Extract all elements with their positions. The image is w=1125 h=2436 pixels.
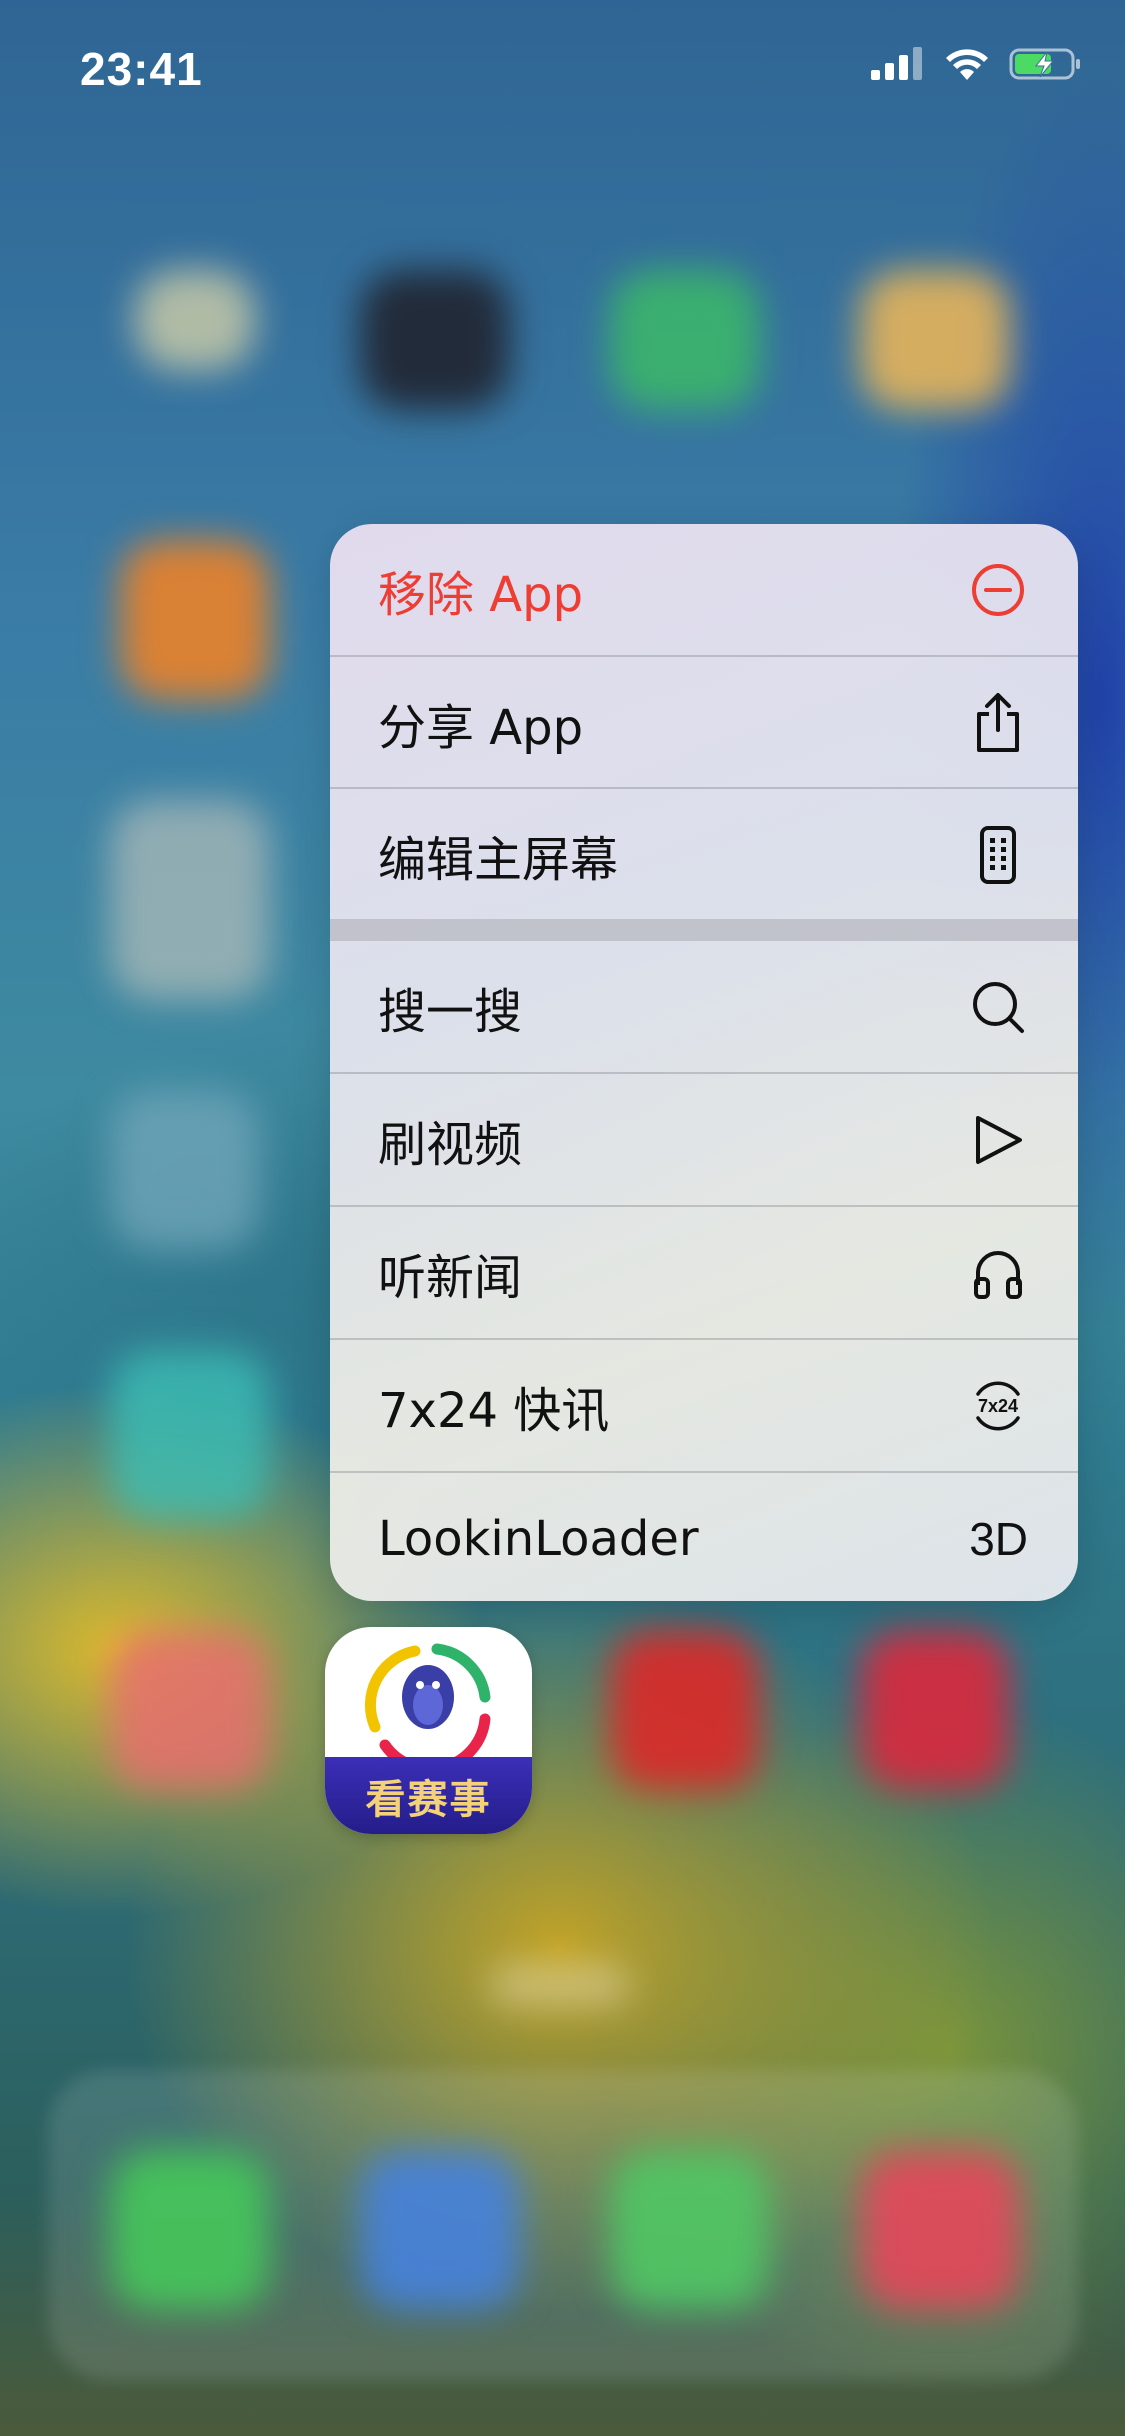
blurred-app-icon: [610, 270, 760, 410]
blurred-app-icon: [860, 270, 1010, 410]
phone-grid-icon: [968, 825, 1028, 885]
blurred-app-icon: [110, 1630, 270, 1790]
menu-item-label: 编辑主屏幕: [378, 831, 619, 888]
blurred-app-icon: [110, 1090, 260, 1250]
wifi-icon: [946, 49, 988, 80]
7x24-icon: 7x24: [968, 1376, 1028, 1436]
blurred-app-icon: [110, 800, 270, 1000]
menu-item-watch-videos[interactable]: 刷视频: [330, 1074, 1078, 1205]
menu-item-label: LookinLoader: [378, 1510, 699, 1567]
blurred-dock-icon: [360, 2150, 520, 2310]
menu-item-label: 刷视频: [378, 1116, 523, 1173]
app-context-menu: 移除 App 分享 App 编辑主屏幕 搜一搜 刷视频 听新闻 7x24 快讯 …: [330, 524, 1078, 1601]
blurred-page-dots: [490, 1965, 630, 2005]
3d-icon: 3D: [969, 1512, 1028, 1565]
status-bar: 23:41: [0, 0, 1125, 140]
status-time: 23:41: [80, 43, 203, 95]
battery-charging-icon: [1009, 48, 1080, 80]
blurred-dock-icon: [860, 2150, 1020, 2310]
search-icon: [968, 977, 1028, 1037]
blurred-dock-icon: [610, 2150, 770, 2310]
menu-item-7x24-news[interactable]: 7x24 快讯 7x24: [330, 1340, 1078, 1471]
play-icon: [968, 1110, 1028, 1170]
app-icon-qq-news[interactable]: 看赛事: [325, 1627, 532, 1834]
blurred-app-icon: [610, 1630, 760, 1790]
blurred-app-icon: [110, 1350, 270, 1520]
blurred-app-icon: [135, 270, 255, 370]
blurred-app-icon: [360, 270, 510, 410]
blurred-dock-icon: [110, 2150, 270, 2310]
penguin-logo-icon: [364, 1643, 491, 1775]
share-icon: [968, 692, 1028, 753]
7x24-icon-text: 7x24: [978, 1396, 1018, 1416]
status-icons: [869, 46, 1083, 82]
menu-item-listen-news[interactable]: 听新闻: [330, 1207, 1078, 1338]
menu-item-label: 听新闻: [378, 1249, 523, 1306]
blurred-app-icon: [860, 1630, 1010, 1790]
menu-item-edit-home-screen[interactable]: 编辑主屏幕: [330, 789, 1078, 920]
menu-item-share-app[interactable]: 分享 App: [330, 657, 1078, 788]
cellular-signal-icon: [871, 47, 922, 80]
menu-group-separator: [330, 919, 1078, 941]
headphones-icon: [968, 1243, 1028, 1303]
menu-item-label: 分享 App: [378, 699, 584, 756]
blurred-app-icon: [120, 540, 270, 700]
menu-item-lookinloader[interactable]: LookinLoader 3D: [330, 1473, 1078, 1601]
menu-item-label: 7x24 快讯: [378, 1382, 610, 1439]
menu-item-label: 搜一搜: [378, 983, 523, 1040]
menu-item-label: 移除 App: [378, 566, 584, 623]
minus-circle-icon: [968, 560, 1028, 620]
menu-item-search[interactable]: 搜一搜: [330, 941, 1078, 1072]
menu-item-remove-app[interactable]: 移除 App: [330, 524, 1078, 655]
app-icon-banner-text: 看赛事: [365, 1777, 492, 1823]
